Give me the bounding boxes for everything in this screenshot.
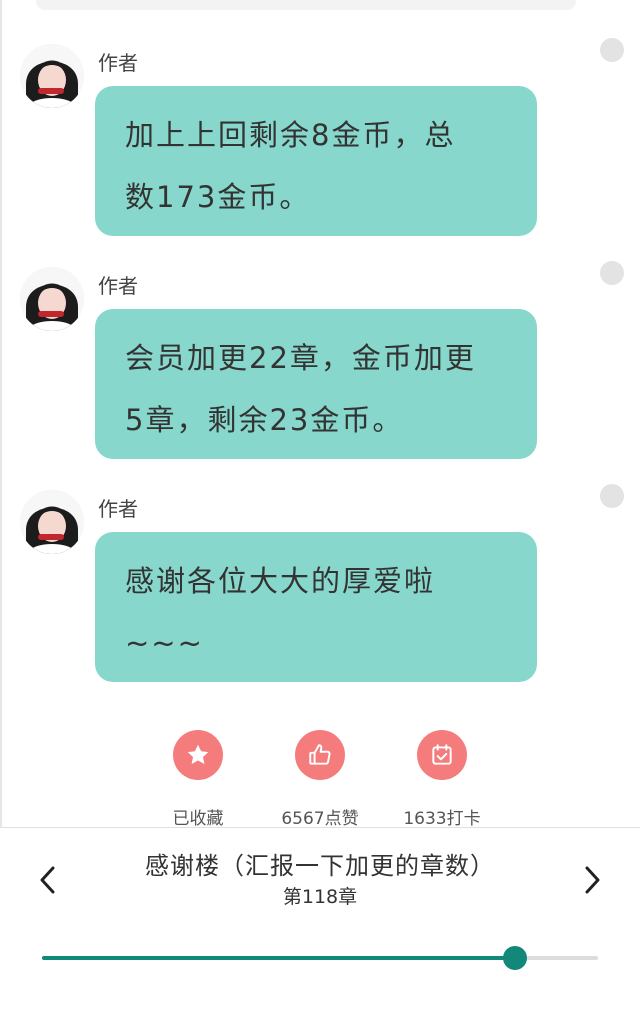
message-line: 5章，剩余23金币。: [125, 403, 404, 437]
checkin-button[interactable]: 1633打卡: [382, 730, 502, 829]
chapter-number: 第118章: [282, 886, 358, 908]
chapter-progress-slider[interactable]: [42, 946, 598, 970]
author-name: 作者: [98, 274, 138, 298]
favorite-button[interactable]: 已收藏: [138, 730, 258, 829]
chapter-title: 感谢楼（汇报一下加更的章数）: [145, 852, 495, 880]
author-name: 作者: [98, 51, 138, 75]
chapter-navigation-bar: 感谢楼（汇报一下加更的章数） 第118章: [0, 827, 640, 1011]
message-line: ~~~: [125, 626, 204, 660]
chapter-actions: 已收藏 6567点赞 1633打卡: [0, 730, 640, 830]
author-name: 作者: [98, 497, 138, 521]
thumbs-up-icon[interactable]: [295, 730, 345, 780]
message-bubble: 加上上回剩余8金币，总 数173金币。: [95, 86, 537, 236]
slider-thumb[interactable]: [502, 946, 527, 970]
message-line: 加上上回剩余8金币，总: [125, 118, 456, 152]
star-icon[interactable]: [173, 730, 223, 780]
author-avatar[interactable]: [20, 267, 84, 331]
like-count-label: 6567点赞: [281, 809, 359, 829]
message-line: 数173金币。: [125, 180, 311, 214]
status-dot: [600, 261, 624, 285]
previous-content-edge: [36, 0, 576, 10]
status-dot: [600, 484, 624, 508]
message-bubble: 感谢各位大大的厚爱啦 ~~~: [95, 532, 537, 682]
calendar-check-icon[interactable]: [417, 730, 467, 780]
chevron-left-icon: [40, 866, 55, 894]
message-line: 感谢各位大大的厚爱啦: [125, 564, 436, 598]
previous-chapter-button[interactable]: [28, 860, 68, 900]
like-button[interactable]: 6567点赞: [260, 730, 380, 829]
slider-fill: [42, 956, 515, 960]
favorite-label: 已收藏: [172, 809, 224, 829]
status-dot: [600, 38, 624, 62]
message-bubble: 会员加更22章，金币加更 5章，剩余23金币。: [95, 309, 537, 459]
author-avatar[interactable]: [20, 44, 84, 108]
author-avatar[interactable]: [20, 490, 84, 554]
next-chapter-button[interactable]: [572, 860, 612, 900]
message-line: 会员加更22章，金币加更: [125, 341, 476, 375]
chevron-right-icon: [585, 866, 600, 894]
checkin-count-label: 1633打卡: [403, 809, 481, 829]
